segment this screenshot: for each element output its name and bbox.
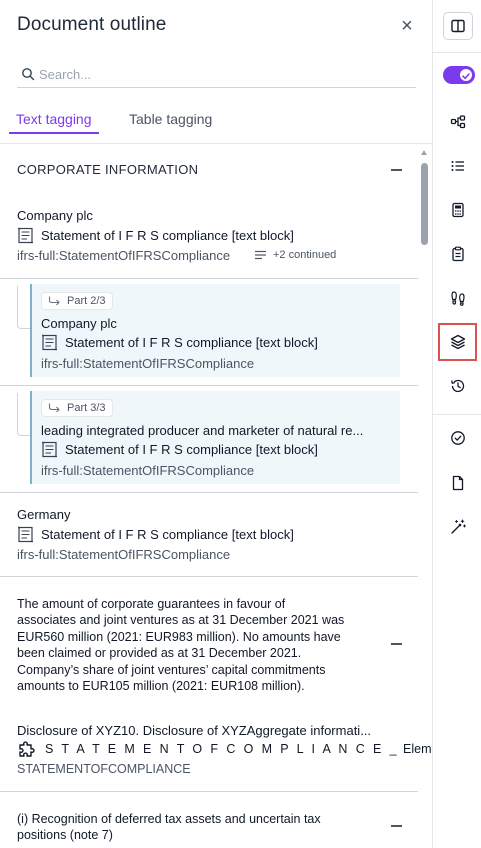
- history-button[interactable]: [445, 373, 471, 399]
- search-input[interactable]: [39, 65, 409, 83]
- paragraph-line: associates and joint ventures as at 31 D…: [17, 613, 345, 628]
- part-badge: Part 2/3: [41, 292, 113, 310]
- panel-title: Document outline: [17, 14, 167, 35]
- part-badge: Part 3/3: [41, 399, 113, 417]
- clipboard-button[interactable]: [445, 241, 471, 267]
- paragraph-text[interactable]: The amount of corporate guarantees in fa…: [17, 596, 387, 694]
- layers-icon: [450, 334, 466, 350]
- next-item-line: (i) Recognition of deferred tax assets a…: [17, 812, 321, 826]
- calculator-button[interactable]: [445, 197, 471, 223]
- list-button[interactable]: [445, 153, 471, 179]
- tab-text-tagging[interactable]: Text tagging: [9, 110, 99, 134]
- part-connector: [17, 286, 31, 329]
- paragraph-line: Company’s share of joint ventures’ capit…: [17, 662, 326, 677]
- close-button[interactable]: ×: [399, 16, 415, 36]
- collapse-section-button[interactable]: [391, 169, 402, 171]
- part-element-label: Statement of I F R S compliance [text bl…: [65, 442, 318, 457]
- entry-element[interactable]: Statement of I F R S compliance [text bl…: [17, 227, 294, 244]
- magic-wand-button[interactable]: [445, 514, 471, 540]
- history-icon: [451, 379, 465, 393]
- collapse-next-item-button[interactable]: [391, 825, 402, 827]
- entry-concept: ifrs-full:StatementOfIFRSCompliance: [17, 547, 231, 562]
- layers-button[interactable]: [445, 329, 471, 355]
- separator: [0, 385, 418, 386]
- part-element: Statement of I F R S compliance [text bl…: [41, 334, 318, 351]
- text-block-icon: [42, 334, 57, 351]
- part-card[interactable]: Part 3/3 leading integrated producer and…: [30, 391, 400, 484]
- part-label: Part 2/3: [67, 295, 106, 307]
- document-outline-panel: Document outline × Text tagging Table ta…: [0, 0, 433, 848]
- panel-header: Document outline ×: [17, 14, 432, 40]
- calculator-icon: [452, 202, 464, 218]
- part-title: Company plc: [41, 316, 117, 331]
- part-card[interactable]: Part 2/3 Company plc Statement of I F R …: [30, 284, 400, 377]
- collapse-paragraph-button[interactable]: [391, 643, 402, 645]
- element-suffix: Element: [403, 742, 432, 756]
- continuation-arrow-icon: [48, 296, 60, 306]
- continued-badge[interactable]: +2 continued: [255, 249, 336, 261]
- check-circle-icon: [451, 431, 465, 445]
- continued-label: +2 continued: [273, 249, 337, 261]
- part-element: Statement of I F R S compliance [text bl…: [41, 441, 318, 458]
- disclosure-title[interactable]: Disclosure of XYZ10. Disclosure of XYZAg…: [17, 723, 371, 738]
- document-icon: [452, 475, 464, 491]
- document-button[interactable]: [445, 470, 471, 496]
- check-icon: [462, 73, 470, 80]
- entry-concept: ifrs-full:StatementOfIFRSCompliance: [17, 248, 231, 263]
- separator: [0, 576, 418, 577]
- section-title: CORPORATE INFORMATION: [17, 162, 199, 177]
- entry-element-label: Statement of I F R S compliance [text bl…: [41, 527, 294, 542]
- text-block-icon: [18, 227, 33, 244]
- rail-divider: [433, 414, 481, 415]
- validate-button[interactable]: [445, 425, 471, 451]
- hierarchy-icon: [450, 115, 466, 129]
- part-title: leading integrated producer and marketer…: [41, 423, 364, 438]
- divider: [0, 143, 432, 144]
- next-item-line: positions (note 7): [17, 828, 113, 843]
- clipboard-icon: [452, 246, 464, 262]
- right-toolbar: [433, 0, 481, 848]
- magic-wand-icon: [451, 519, 466, 534]
- entry-title[interactable]: Germany: [17, 507, 70, 522]
- toggle-switch[interactable]: [443, 66, 475, 84]
- rail-divider: [433, 52, 481, 53]
- part-connector: [17, 393, 31, 436]
- entry-title[interactable]: Company plc: [17, 208, 93, 223]
- part-concept: ifrs-full:StatementOfIFRSCompliance: [41, 356, 255, 371]
- next-item-text[interactable]: (i) Recognition of deferred tax assets a…: [17, 811, 387, 844]
- entry-element-label: Statement of I F R S compliance [text bl…: [41, 228, 294, 243]
- scrollbar-thumb[interactable]: [421, 163, 428, 245]
- footprints-icon: [451, 291, 465, 306]
- entry-element[interactable]: Statement of I F R S compliance [text bl…: [17, 526, 294, 543]
- paragraph-line: The amount of corporate guarantees in fa…: [17, 597, 286, 611]
- part-concept: ifrs-full:StatementOfIFRSCompliance: [41, 463, 255, 478]
- list-icon: [451, 161, 464, 171]
- search-box: [17, 62, 416, 88]
- paragraph-line: been claimed or provided as at 31 Decemb…: [17, 646, 302, 661]
- scroll-up-arrow[interactable]: [421, 150, 427, 155]
- text-block-icon: [18, 526, 33, 543]
- search-icon: [22, 68, 35, 81]
- separator: [0, 278, 418, 279]
- element-name: S T A T E M E N T O F C O M P L I A N C …: [45, 742, 399, 756]
- part-element-label: Statement of I F R S compliance [text bl…: [65, 335, 318, 350]
- separator: [0, 791, 418, 792]
- puzzle-icon: [19, 741, 35, 757]
- continuation-arrow-icon: [48, 403, 60, 413]
- toggle-knob: [460, 69, 472, 81]
- part-label: Part 3/3: [67, 402, 106, 414]
- element-line[interactable]: S T A T E M E N T O F C O M P L I A N C …: [17, 739, 432, 759]
- separator: [0, 492, 418, 493]
- hierarchy-button[interactable]: [445, 109, 471, 135]
- continued-icon: [255, 250, 266, 260]
- element-concept: STATEMENTOFCOMPLIANCE: [17, 762, 191, 776]
- paragraph-line: amounts to EUR105 million (2021: EUR108 …: [17, 679, 305, 694]
- footprints-button[interactable]: [445, 285, 471, 311]
- panel-toggle-frame[interactable]: [443, 12, 473, 40]
- tab-table-tagging[interactable]: Table tagging: [122, 110, 219, 134]
- paragraph-line: EUR560 million (2021: EUR983 million). N…: [17, 629, 341, 644]
- text-block-icon: [42, 441, 57, 458]
